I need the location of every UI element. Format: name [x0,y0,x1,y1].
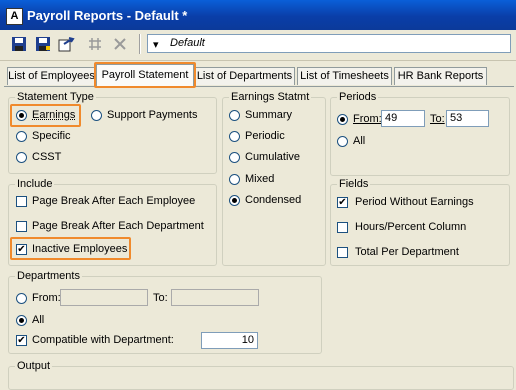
earnings-highlight [10,104,81,127]
tab-highlight [94,62,196,88]
app-icon: A [6,8,23,25]
period-without-earnings-checkbox[interactable]: ✔ [337,197,348,208]
csst-radio[interactable] [16,152,27,163]
output-legend: Output [17,360,51,372]
include-legend: Include [17,178,53,190]
summary-radio[interactable] [229,110,240,121]
export-icon[interactable] [57,34,77,54]
period-without-earnings-label[interactable]: Period Without Earnings [355,196,474,208]
specific-label[interactable]: Specific [32,130,71,142]
total-per-department-checkbox[interactable] [337,247,348,258]
periods-all-label[interactable]: All [353,135,365,147]
earnings-statmt-legend: Earnings Statmt [231,91,310,103]
close-icon [110,34,130,54]
save-as-icon[interactable] [33,34,53,54]
hours-percent-label[interactable]: Hours/Percent Column [355,221,466,233]
tab-hr-bank-reports[interactable]: HR Bank Reports [394,67,487,85]
periodic-radio[interactable] [229,131,240,142]
support-payments-radio[interactable] [91,110,102,121]
window-title: Payroll Reports - Default * [27,8,188,23]
compatible-dept-label[interactable]: Compatible with Department: [32,334,174,346]
title-bar: A Payroll Reports - Default * [0,0,516,30]
cumulative-label[interactable]: Cumulative [245,151,300,163]
periodic-label[interactable]: Periodic [245,130,285,142]
summary-label[interactable]: Summary [245,109,292,121]
template-select[interactable]: ▾ Default [147,34,511,53]
periods-to-input[interactable]: 53 [446,110,489,127]
grid-icon [85,34,105,54]
cumulative-radio[interactable] [229,152,240,163]
toolbar-separator [139,34,141,54]
fields-legend: Fields [339,178,369,190]
tab-list-of-departments[interactable]: List of Departments [194,67,295,85]
dept-from-input[interactable] [60,289,148,306]
inactive-employees-highlight [10,237,131,260]
page-break-department-checkbox[interactable] [16,221,27,232]
mixed-label[interactable]: Mixed [245,173,274,185]
output-group: Output [8,360,514,390]
dept-from-radio[interactable] [16,293,27,304]
compatible-dept-checkbox[interactable]: ✔ [16,335,27,346]
specific-radio[interactable] [16,131,27,142]
dropdown-arrow-icon[interactable]: ▾ [153,38,159,51]
statement-type-legend: Statement Type [17,91,94,103]
dept-all-label[interactable]: All [32,314,44,326]
periods-to-label: To: [430,113,445,125]
dept-to-input[interactable] [171,289,259,306]
page-break-employee-label[interactable]: Page Break After Each Employee [32,195,195,207]
periods-from-input[interactable]: 49 [381,110,425,127]
dept-all-radio[interactable] [16,315,27,326]
mixed-radio[interactable] [229,174,240,185]
periods-all-radio[interactable] [337,136,348,147]
save-icon[interactable] [9,34,29,54]
hours-percent-checkbox[interactable] [337,222,348,233]
condensed-radio[interactable] [229,195,240,206]
dept-from-label[interactable]: From: [32,292,61,304]
page-break-department-label[interactable]: Page Break After Each Department [32,220,204,232]
total-per-department-label[interactable]: Total Per Department [355,246,459,258]
periods-legend: Periods [339,91,377,103]
condensed-label[interactable]: Condensed [245,194,301,206]
csst-label[interactable]: CSST [32,151,61,163]
page-break-employee-checkbox[interactable] [16,196,27,207]
periods-from-label[interactable]: From: [353,113,382,125]
periods-from-radio[interactable] [337,114,348,125]
departments-legend: Departments [17,270,80,282]
tab-list-of-employees[interactable]: List of Employees [7,67,96,85]
compatible-dept-input[interactable]: 10 [201,332,258,349]
dept-to-label: To: [153,292,168,304]
template-value: Default [170,37,205,49]
periods-group: Periods [330,91,510,176]
tab-list-of-timesheets[interactable]: List of Timesheets [297,67,392,85]
support-payments-label[interactable]: Support Payments [107,109,198,121]
